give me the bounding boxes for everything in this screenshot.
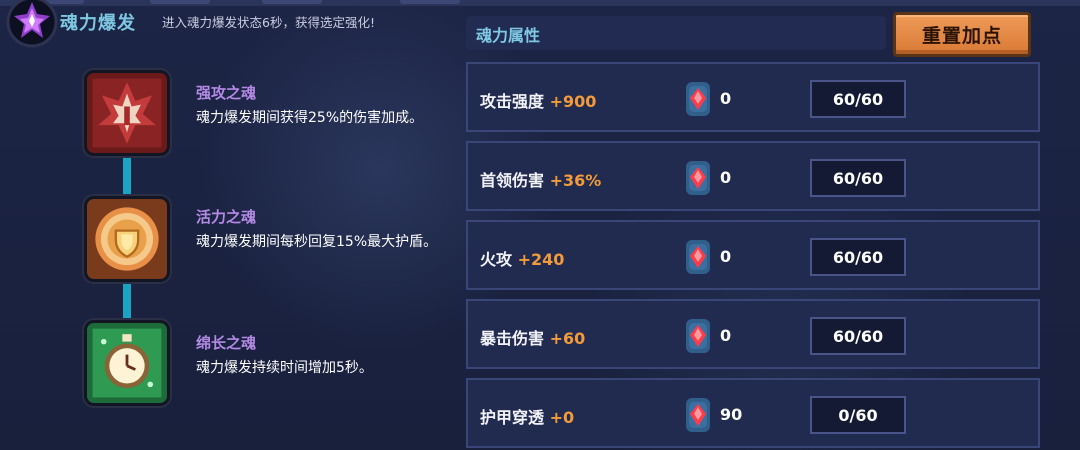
soul-connector: [123, 284, 131, 322]
points-counter: 60/60: [810, 238, 906, 276]
stopwatch-icon: [87, 323, 167, 403]
attribute-row[interactable]: 暴击伤害 +60 0 60/60: [466, 299, 1040, 369]
attribute-label: 攻击强度 +900: [480, 92, 597, 111]
soul-gem-icon: [686, 161, 710, 195]
gem-count: 0: [720, 326, 732, 345]
gem-count: 0: [720, 247, 732, 266]
soul-option-3[interactable]: [84, 320, 170, 406]
fire-flower-icon: [87, 73, 167, 153]
attribute-row[interactable]: 首领伤害 +36% 0 60/60: [466, 141, 1040, 211]
gem-count: 90: [720, 405, 743, 424]
points-counter: 60/60: [810, 80, 906, 118]
burst-description: 进入魂力爆发状态6秒，获得选定强化!: [162, 15, 375, 30]
points-counter: 60/60: [810, 317, 906, 355]
soul-option-1[interactable]: [84, 70, 170, 156]
gem-count: 0: [720, 168, 732, 187]
soul-description: 魂力爆发期间每秒回复15%最大护盾。: [196, 234, 438, 250]
burst-crystal-icon: [6, 0, 58, 48]
attribute-label: 火攻 +240: [480, 250, 565, 269]
soul-title: 强攻之魂: [196, 84, 257, 102]
attribute-label: 暴击伤害 +60: [480, 329, 586, 348]
gem-count: 0: [720, 89, 732, 108]
soul-gem-icon: [686, 240, 710, 274]
attribute-bonus: +900: [549, 92, 597, 111]
points-counter: 60/60: [810, 159, 906, 197]
soul-description: 魂力爆发持续时间增加5秒。: [196, 360, 373, 376]
attribute-bonus: +60: [549, 329, 586, 348]
reset-points-button[interactable]: 重置加点: [893, 12, 1031, 57]
attribute-label: 首领伤害 +36%: [480, 171, 602, 190]
attribute-label: 护甲穿透 +0: [480, 408, 575, 427]
soul-gem-icon: [686, 319, 710, 353]
soul-gem-icon: [686, 398, 710, 432]
attribute-row[interactable]: 护甲穿透 +0 90 0/60: [466, 378, 1040, 448]
attributes-title: 魂力属性: [476, 26, 541, 45]
points-counter: 0/60: [810, 396, 906, 434]
attribute-row[interactable]: 攻击强度 +900 0 60/60: [466, 62, 1040, 132]
attribute-bonus: +240: [517, 250, 565, 269]
shield-emblem-icon: [87, 199, 167, 279]
soul-gem-icon: [686, 82, 710, 116]
attribute-bonus: +36%: [549, 171, 602, 190]
top-tab-strip: [0, 0, 1080, 6]
attribute-bonus: +0: [549, 408, 575, 427]
soul-option-2[interactable]: [84, 196, 170, 282]
burst-title: 魂力爆发: [60, 13, 136, 34]
soul-connector: [123, 158, 131, 196]
soul-title: 活力之魂: [196, 208, 257, 226]
attribute-row[interactable]: 火攻 +240 0 60/60: [466, 220, 1040, 290]
soul-description: 魂力爆发期间获得25%的伤害加成。: [196, 110, 424, 126]
soul-title: 绵长之魂: [196, 334, 257, 352]
